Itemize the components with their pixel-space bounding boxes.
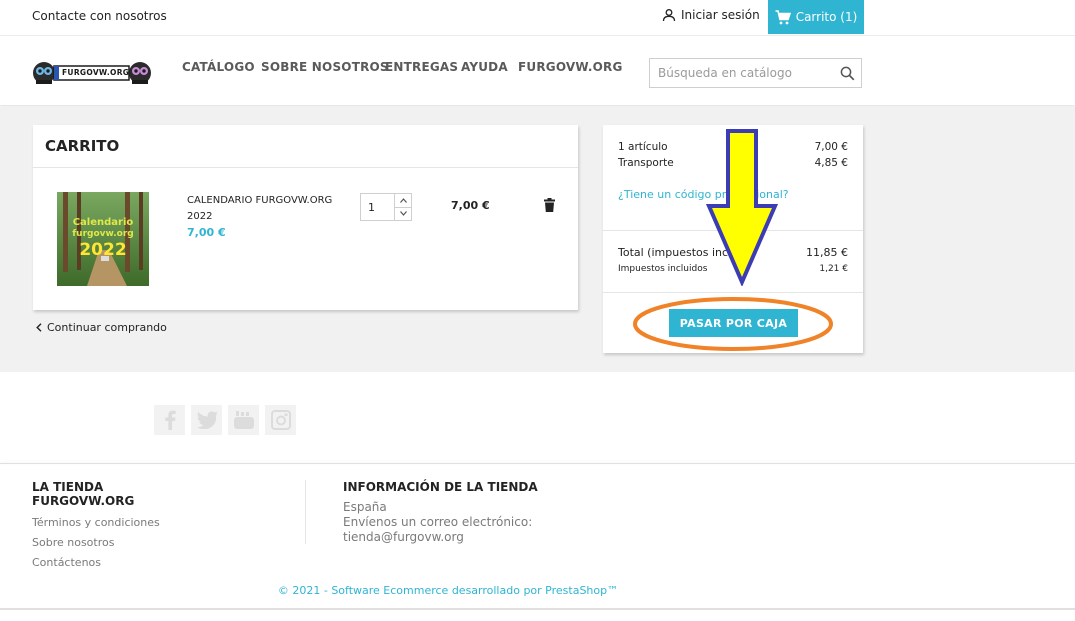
footer-info-title: INFORMACIÓN DE LA TIENDA xyxy=(343,480,538,494)
quantity-increase-button[interactable] xyxy=(394,194,411,208)
product-image-caption-3: 2022 xyxy=(79,240,126,260)
footer-link-about[interactable]: Sobre nosotros xyxy=(32,536,114,549)
footer-info-email-label: Envíenos un correo electrónico: xyxy=(343,515,533,529)
search-box xyxy=(649,58,862,88)
summary-items-label: 1 artículo xyxy=(618,141,668,153)
logo-text: FURGOVW.ORG xyxy=(62,68,130,77)
instagram-icon xyxy=(270,410,291,430)
youtube-icon xyxy=(233,411,254,429)
twitter-link[interactable] xyxy=(191,405,222,435)
footer-copyright[interactable]: © 2021 - Software Ecommerce desarrollado… xyxy=(0,584,896,597)
annotation-arrow xyxy=(705,129,779,286)
summary-tax-label: Impuestos incluidos xyxy=(618,264,708,274)
footer-bottom-border xyxy=(0,608,1075,610)
footer-link-contact[interactable]: Contáctenos xyxy=(32,556,101,569)
chevron-left-icon xyxy=(36,323,42,332)
product-image-caption-2: furgovw.org xyxy=(72,229,133,239)
footer-info-country: España xyxy=(343,500,387,514)
signin-label: Iniciar sesión xyxy=(681,8,760,22)
cart-title: CARRITO xyxy=(45,137,120,155)
signin-link[interactable]: Iniciar sesión xyxy=(662,8,760,22)
menu-item-entregas[interactable]: ENTREGAS xyxy=(385,60,458,74)
twitter-icon xyxy=(196,411,218,429)
menu-item-catalogo[interactable]: CATÁLOGO xyxy=(182,60,255,74)
chevron-up-icon xyxy=(399,198,407,203)
social-links xyxy=(154,405,296,435)
footer-info-email[interactable]: tienda@furgovw.org xyxy=(343,530,464,544)
summary-divider-2 xyxy=(603,292,863,293)
summary-total-value: 11,85 € xyxy=(806,246,848,259)
cart-button[interactable]: Carrito (1) xyxy=(768,0,864,34)
continue-shopping-label: Continuar comprando xyxy=(47,321,167,334)
highlight-ellipse xyxy=(633,297,833,351)
facebook-link[interactable] xyxy=(154,405,185,435)
product-name[interactable]: CALENDARIO FURGOVW.ORG 2022 xyxy=(187,193,347,225)
footer-store-title: LA TIENDA FURGOVW.ORG xyxy=(32,480,135,508)
product-image[interactable]: Calendario furgovw.org 2022 xyxy=(57,192,149,286)
continue-shopping-link[interactable]: Continuar comprando xyxy=(36,321,167,334)
footer-divider xyxy=(0,463,1075,464)
trash-icon xyxy=(544,198,555,212)
summary-items-value: 7,00 € xyxy=(814,141,848,153)
summary-tax-value: 1,21 € xyxy=(819,264,848,274)
footer-vertical-divider xyxy=(305,480,306,544)
youtube-link[interactable] xyxy=(228,405,259,435)
quantity-stepper xyxy=(360,193,412,221)
contact-link[interactable]: Contacte con nosotros xyxy=(32,9,167,23)
quantity-decrease-button[interactable] xyxy=(394,207,411,220)
product-price: 7,00 € xyxy=(187,226,226,239)
cart-button-label: Carrito (1) xyxy=(795,10,858,24)
menu-item-ayuda[interactable]: AYUDA xyxy=(461,60,508,74)
remove-item-button[interactable] xyxy=(544,197,555,216)
chevron-down-icon xyxy=(399,211,407,216)
cart-divider xyxy=(33,167,578,168)
menu-item-sobre-nosotros[interactable]: SOBRE NOSOTROS xyxy=(261,60,389,74)
instagram-link[interactable] xyxy=(265,405,296,435)
summary-shipping-value: 4,85 € xyxy=(814,157,848,169)
search-icon[interactable] xyxy=(840,66,855,81)
footer-link-terms[interactable]: Términos y condiciones xyxy=(32,516,160,529)
search-input[interactable] xyxy=(650,59,838,87)
summary-shipping-label: Transporte xyxy=(618,157,674,169)
line-total: 7,00 € xyxy=(451,199,490,212)
product-image-caption-1: Calendario xyxy=(73,217,134,228)
facebook-icon xyxy=(164,410,176,430)
cart-icon xyxy=(775,9,791,24)
menu-item-furgovw[interactable]: FURGOVW.ORG xyxy=(518,60,623,74)
user-icon xyxy=(662,9,676,22)
